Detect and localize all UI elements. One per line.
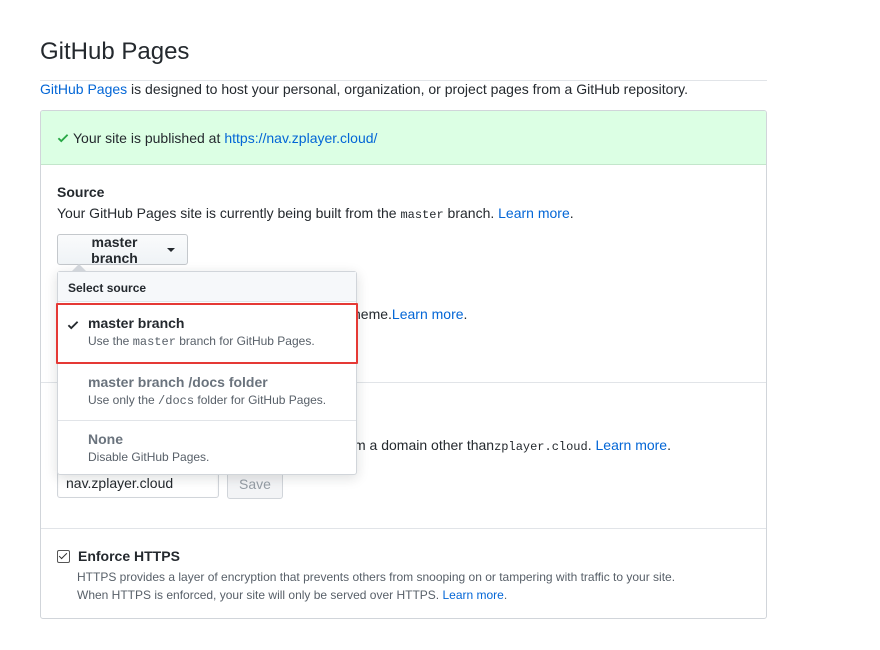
check-icon	[57, 131, 69, 145]
source-section: Source Your GitHub Pages site is current…	[57, 184, 747, 222]
menu-item-desc: Use the master branch for GitHub Pages.	[88, 334, 315, 349]
source-heading: Source	[57, 184, 105, 200]
published-url-link[interactable]: https://nav.zplayer.cloud/	[224, 130, 377, 146]
source-select-menu: Select source master branch Use the mast…	[56, 264, 358, 475]
branch-code: master	[400, 208, 444, 222]
source-learn-more-link[interactable]: Learn more	[498, 205, 570, 221]
custom-domain-learn-more-link[interactable]: Learn more	[596, 437, 668, 453]
custom-domain-desc-fragment: m a domain other than	[354, 437, 495, 453]
intro-text: GitHub Pages is designed to host your pe…	[40, 81, 688, 97]
caret-down-icon	[167, 247, 175, 252]
intro-description: is designed to host your personal, organ…	[127, 81, 688, 97]
source-desc-text-end: branch.	[443, 205, 499, 221]
source-desc-text: Your GitHub Pages site is currently bein…	[57, 205, 401, 221]
menu-item-desc: Use only the /docs folder for GitHub Pag…	[88, 393, 327, 408]
page-title: GitHub Pages	[40, 38, 767, 82]
menu-item-docs-folder[interactable]: master branch /docs folder Use only the …	[58, 364, 356, 421]
theme-learn-more-link[interactable]: Learn more	[392, 306, 464, 322]
section-divider	[41, 528, 766, 529]
enforce-https-label[interactable]: Enforce HTTPS	[78, 548, 180, 564]
https-note-line-2: When HTTPS is enforced, your site will o…	[77, 588, 443, 602]
enforce-https-checkbox[interactable]	[57, 549, 70, 563]
https-learn-more-link[interactable]: Learn more	[442, 588, 503, 602]
github-pages-link[interactable]: GitHub Pages	[40, 81, 127, 97]
menu-header: Select source	[58, 272, 356, 302]
published-flash: Your site is published at https://nav.zp…	[41, 111, 766, 165]
domain-code: zplayer.cloud	[494, 440, 588, 454]
enforce-https-section: Enforce HTTPS HTTPS provides a layer of …	[57, 548, 757, 604]
menu-item-title: master branch /docs folder	[88, 374, 268, 390]
menu-item-none[interactable]: None Disable GitHub Pages.	[58, 421, 356, 475]
https-note: HTTPS provides a layer of encryption tha…	[77, 568, 757, 604]
theme-desc-fragment: heme.	[353, 306, 392, 322]
menu-item-title: master branch	[88, 315, 185, 331]
menu-item-master-branch[interactable]: master branch Use the master branch for …	[56, 303, 358, 364]
source-description: Your GitHub Pages site is currently bein…	[57, 205, 574, 222]
menu-item-desc: Disable GitHub Pages.	[88, 450, 210, 464]
source-branch-select-button[interactable]: master branch	[57, 233, 188, 266]
menu-item-code: /docs	[158, 394, 195, 408]
menu-item-code: master	[132, 335, 176, 349]
https-note-line-1: HTTPS provides a layer of encryption tha…	[77, 570, 676, 584]
menu-item-title: None	[88, 431, 123, 447]
published-message: Your site is published at	[73, 129, 221, 146]
check-icon	[67, 318, 79, 332]
source-branch-label: master branch	[91, 233, 138, 266]
